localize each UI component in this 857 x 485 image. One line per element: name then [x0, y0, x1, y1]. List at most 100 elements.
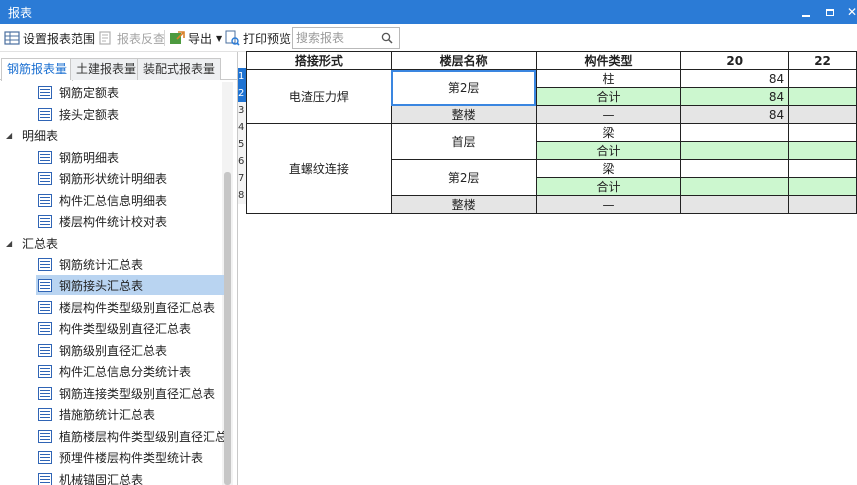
minimize-button[interactable] [796, 2, 816, 22]
type-cell[interactable]: — [535, 105, 682, 124]
tab-rebar-reports[interactable]: 钢筋报表量 [1, 58, 74, 81]
export-button[interactable]: 导出 ▼ [169, 28, 222, 48]
tab-prefab-reports[interactable]: 装配式报表量 [137, 58, 222, 80]
row-number[interactable]: 3 [238, 102, 246, 119]
row-number[interactable]: 5 [238, 136, 246, 153]
value-cell[interactable] [788, 105, 857, 124]
value-cell[interactable] [788, 141, 857, 160]
tree-item[interactable]: 构件类型级别直径汇总表 [0, 318, 191, 338]
tree-item[interactable]: 楼层构件类型级别直径汇总表 [0, 297, 215, 317]
export-label: 导出 [188, 31, 213, 46]
report-icon [38, 429, 52, 443]
print-preview-button[interactable]: 打印预览 [224, 28, 291, 48]
type-cell[interactable]: 合计 [535, 87, 682, 106]
collapse-arrow-icon[interactable]: ◢ [6, 131, 16, 140]
type-cell[interactable]: 柱 [535, 69, 682, 88]
tree-item[interactable]: 钢筋明细表 [0, 147, 119, 167]
tree-item[interactable]: 钢筋统计汇总表 [0, 254, 143, 274]
tree-item[interactable]: 钢筋形状统计明细表 [0, 168, 167, 188]
value-cell[interactable]: 84 [680, 87, 790, 106]
report-icon [38, 171, 52, 185]
dropdown-arrow-icon: ▼ [216, 33, 223, 43]
type-cell[interactable]: 合计 [535, 177, 682, 196]
value-cell[interactable]: 84 [680, 69, 790, 88]
tree-item[interactable]: 植筋楼层构件类型级别直径汇总表 [0, 426, 224, 446]
search-input[interactable] [293, 28, 377, 48]
report-icon [38, 150, 52, 164]
tree-item[interactable]: 构件汇总信息分类统计表 [0, 361, 191, 381]
tree-item[interactable]: 钢筋级别直径汇总表 [0, 340, 167, 360]
tree-item-label: 钢筋定额表 [59, 85, 120, 100]
collapse-arrow-icon[interactable]: ◢ [6, 239, 16, 248]
set-range-button[interactable]: 设置报表范围 [4, 28, 95, 48]
row-number[interactable]: 2 [238, 85, 246, 102]
value-cell[interactable] [788, 69, 857, 88]
type-cell[interactable]: 合计 [535, 141, 682, 160]
value-cell[interactable] [680, 123, 790, 142]
toolbar-divider [164, 30, 165, 46]
floor-cell[interactable]: 首层 [390, 123, 537, 160]
type-cell[interactable]: 梁 [535, 123, 682, 142]
lap-type-cell[interactable]: 电渣压力焊 [246, 69, 392, 124]
scrollbar-thumb[interactable] [224, 172, 231, 485]
value-cell[interactable] [680, 177, 790, 196]
value-cell[interactable] [788, 195, 857, 214]
tree-item[interactable]: 钢筋定额表 [0, 82, 119, 102]
row-number[interactable]: 8 [238, 187, 246, 204]
table-row: 电渣压力焊 第2层 柱 84 [246, 69, 857, 124]
floor-cell[interactable]: 整楼 [390, 105, 537, 124]
tree-group-summary[interactable]: ◢ 汇总表 [0, 233, 58, 253]
value-cell[interactable] [680, 195, 790, 214]
tree-item[interactable]: 构件汇总信息明细表 [0, 190, 167, 210]
window-title: 报表 [8, 6, 33, 20]
value-cell[interactable] [680, 159, 790, 178]
tree-item-selected[interactable]: 钢筋接头汇总表 [36, 275, 224, 295]
value-cell[interactable] [788, 159, 857, 178]
column-header[interactable]: 20 [680, 51, 790, 70]
tree-group-label: 汇总表 [22, 236, 59, 251]
value-cell[interactable] [680, 141, 790, 160]
report-tabs: 钢筋报表量 土建报表量 装配式报表量 [0, 58, 238, 81]
tree-item[interactable]: 楼层构件统计校对表 [0, 211, 167, 231]
column-header[interactable]: 搭接形式 [246, 51, 392, 70]
minimize-icon [802, 14, 810, 17]
value-cell[interactable]: 84 [680, 105, 790, 124]
tree-item-label: 钢筋明细表 [59, 150, 120, 165]
row-number[interactable]: 4 [238, 119, 246, 136]
column-header[interactable]: 22 [788, 51, 857, 70]
search-icon[interactable] [381, 32, 393, 44]
reverse-check-button[interactable]: 报表反查 [98, 28, 165, 48]
report-icon [38, 214, 52, 228]
tab-civil-reports[interactable]: 土建报表量 [70, 58, 143, 80]
tree-item-label: 楼层构件统计校对表 [59, 214, 168, 229]
reverse-check-icon [98, 30, 114, 46]
close-button[interactable]: ✕ [842, 2, 857, 22]
tree-item[interactable]: 预埋件楼层构件类型统计表 [0, 447, 203, 467]
tree-item[interactable]: 机械锚固汇总表 [0, 469, 143, 485]
row-number[interactable]: 1 [238, 68, 246, 85]
type-cell[interactable]: 梁 [535, 159, 682, 178]
tree-item[interactable]: 接头定额表 [0, 104, 119, 124]
tree-item[interactable]: 钢筋连接类型级别直径汇总表 [0, 383, 215, 403]
column-header[interactable]: 构件类型 [535, 51, 682, 70]
value-cell[interactable] [788, 87, 857, 106]
tree-item[interactable]: 措施筋统计汇总表 [0, 404, 155, 424]
print-preview-icon [224, 30, 240, 46]
maximize-button[interactable] [820, 2, 840, 22]
report-icon [38, 107, 52, 121]
row-number[interactable]: 6 [238, 153, 246, 170]
tree-item-label: 接头定额表 [59, 107, 120, 122]
column-header[interactable]: 楼层名称 [390, 51, 537, 70]
report-icon [38, 343, 52, 357]
value-cell[interactable] [788, 123, 857, 142]
floor-cell[interactable]: 第2层 [390, 159, 537, 196]
value-cell[interactable] [788, 177, 857, 196]
table-header-row: 搭接形式 楼层名称 构件类型 20 22 [246, 51, 857, 70]
row-number[interactable]: 7 [238, 170, 246, 187]
tree-item-label: 构件汇总信息明细表 [59, 193, 168, 208]
type-cell[interactable]: — [535, 195, 682, 214]
floor-cell[interactable]: 第2层 [390, 69, 537, 106]
lap-type-cell[interactable]: 直螺纹连接 [246, 123, 392, 214]
tree-group-detail[interactable]: ◢ 明细表 [0, 125, 58, 145]
floor-cell[interactable]: 整楼 [390, 195, 537, 214]
